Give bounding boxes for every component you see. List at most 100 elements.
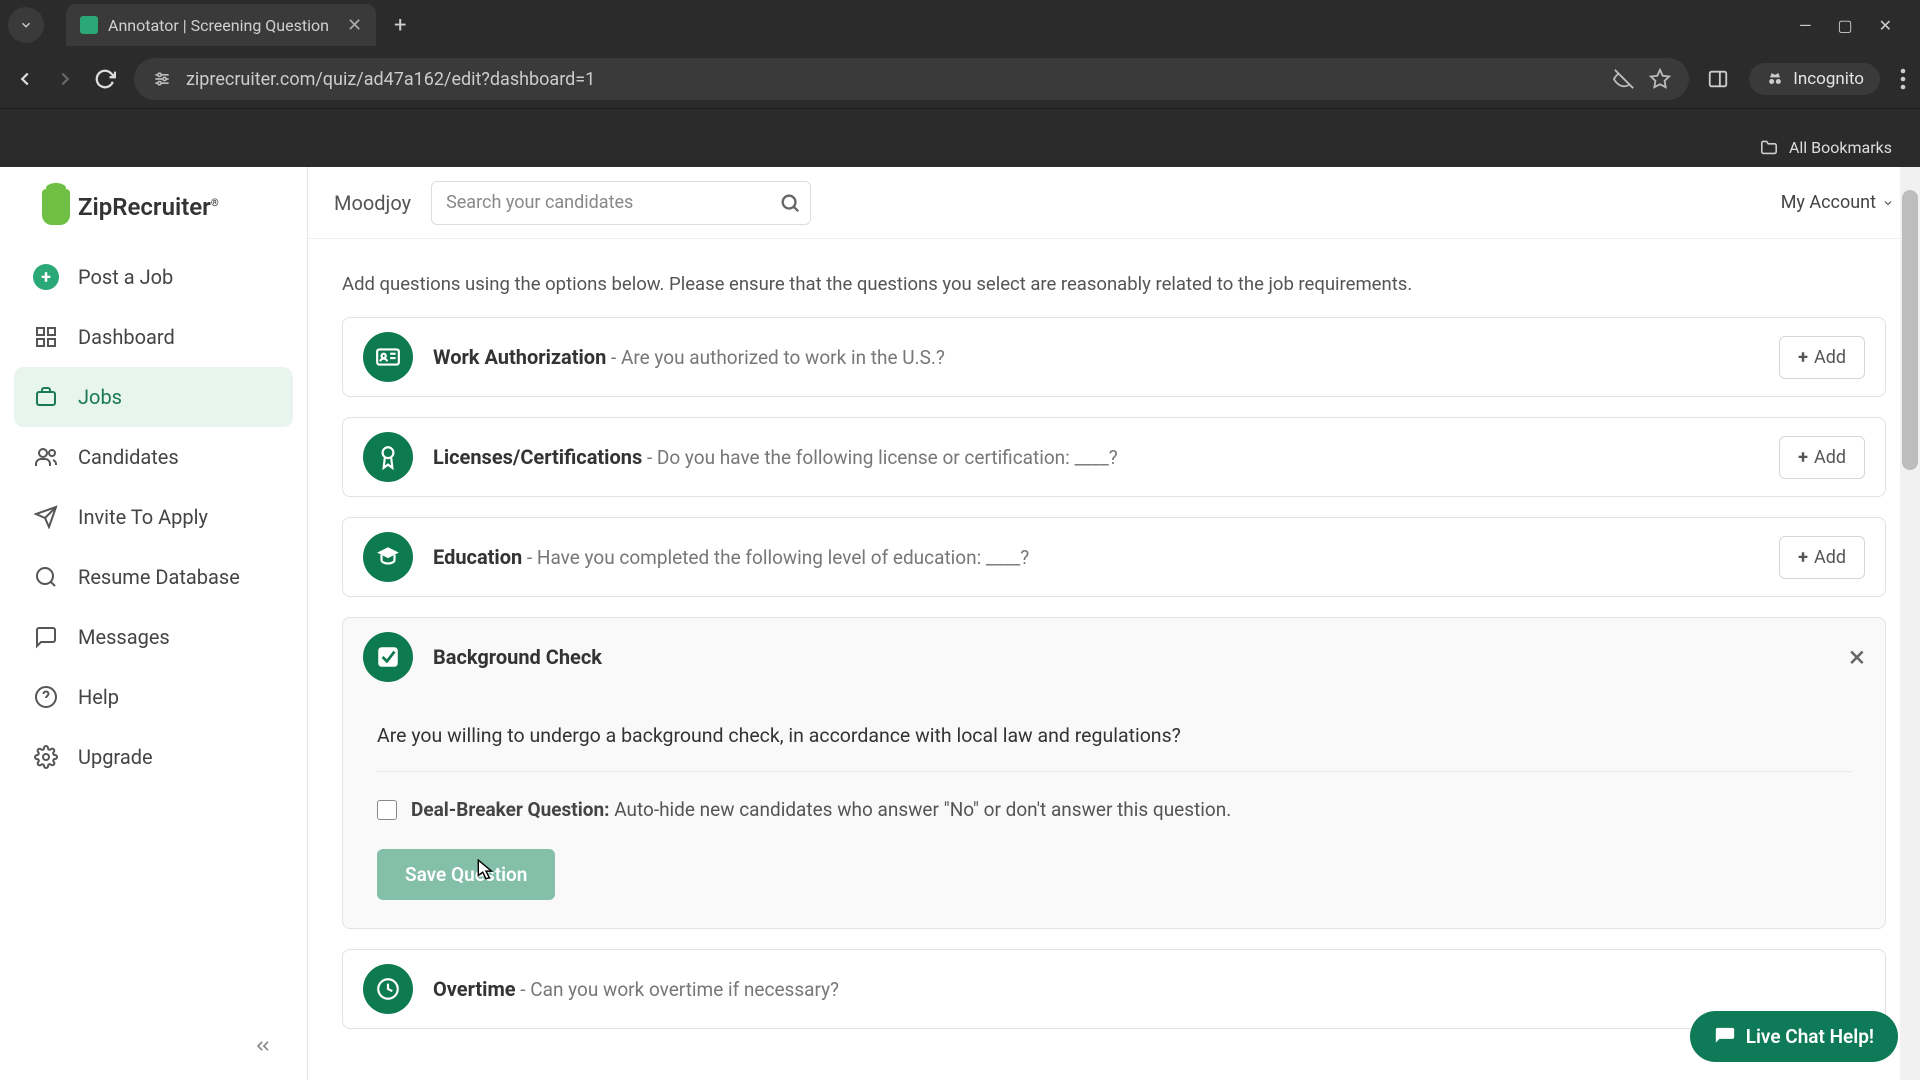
window-controls: — ▢ ✕ <box>1799 16 1912 35</box>
side-panel-icon[interactable] <box>1707 68 1729 90</box>
back-button[interactable] <box>14 68 36 90</box>
all-bookmarks-link[interactable]: All Bookmarks <box>1789 138 1892 157</box>
instructions-text: Add questions using the options below. P… <box>342 273 1886 295</box>
logo-text: ZipRecruiter® <box>78 193 219 221</box>
question-card-education: Education - Have you completed the follo… <box>342 517 1886 597</box>
sidebar-item-resume-db[interactable]: Resume Database <box>14 547 293 607</box>
forward-button[interactable] <box>54 68 76 90</box>
search-wrap <box>431 181 811 225</box>
sidebar-item-label: Upgrade <box>78 745 153 769</box>
collapse-sidebar-button[interactable] <box>233 1026 293 1066</box>
account-name[interactable]: Moodjoy <box>334 191 411 215</box>
sidebar: ZipRecruiter® + Post a Job Dashboard Job… <box>0 167 308 1080</box>
dealbreaker-description: Auto-hide new candidates who answer "No"… <box>609 798 1231 821</box>
my-account-label: My Account <box>1781 192 1876 213</box>
question-title: Background Check <box>433 645 602 669</box>
incognito-indicator[interactable]: Incognito <box>1749 63 1880 95</box>
graduation-cap-icon <box>363 532 413 582</box>
add-question-button[interactable]: +Add <box>1779 436 1865 479</box>
tabs-dropdown-button[interactable] <box>8 7 44 43</box>
dealbreaker-row: Deal-Breaker Question: Auto-hide new can… <box>377 772 1851 849</box>
plus-circle-icon: + <box>33 264 59 290</box>
incognito-icon <box>1765 69 1785 89</box>
sidebar-item-post-job[interactable]: + Post a Job <box>14 247 293 307</box>
menu-button[interactable] <box>1900 68 1906 90</box>
id-card-icon <box>363 332 413 382</box>
sidebar-item-label: Jobs <box>78 385 122 409</box>
maximize-button[interactable]: ▢ <box>1837 16 1852 35</box>
sidebar-item-label: Invite To Apply <box>78 505 208 529</box>
sidebar-item-label: Help <box>78 685 119 709</box>
url-text: ziprecruiter.com/quiz/ad47a162/edit?dash… <box>186 69 1599 90</box>
sidebar-item-dashboard[interactable]: Dashboard <box>14 307 293 367</box>
help-icon <box>32 683 60 711</box>
dealbreaker-checkbox[interactable] <box>377 800 397 820</box>
users-icon <box>32 443 60 471</box>
question-subtitle: - Are you authorized to work in the U.S.… <box>606 346 945 369</box>
reload-button[interactable] <box>94 68 116 90</box>
sidebar-item-candidates[interactable]: Candidates <box>14 427 293 487</box>
site-settings-icon[interactable] <box>152 69 172 89</box>
visibility-off-icon[interactable] <box>1613 68 1635 90</box>
mouse-cursor-icon <box>477 859 495 881</box>
top-bar: Moodjoy My Account <box>308 167 1920 239</box>
content-area: Add questions using the options below. P… <box>308 239 1920 1080</box>
gear-icon <box>32 743 60 771</box>
sidebar-item-label: Messages <box>78 625 170 649</box>
question-title: Work Authorization <box>433 345 606 369</box>
question-subtitle: - Have you completed the following level… <box>522 546 1029 569</box>
browser-tab[interactable]: Annotator | Screening Question ✕ <box>66 4 376 46</box>
add-question-button[interactable]: +Add <box>1779 536 1865 579</box>
sidebar-item-messages[interactable]: Messages <box>14 607 293 667</box>
sidebar-item-label: Post a Job <box>78 265 173 289</box>
bookmark-star-icon[interactable] <box>1649 68 1671 90</box>
sidebar-item-invite[interactable]: Invite To Apply <box>14 487 293 547</box>
sidebar-item-label: Dashboard <box>78 325 175 349</box>
my-account-menu[interactable]: My Account <box>1781 192 1894 213</box>
incognito-label: Incognito <box>1793 69 1864 89</box>
question-card-overtime: Overtime - Can you work overtime if nece… <box>342 949 1886 1029</box>
tab-close-button[interactable]: ✕ <box>347 15 362 36</box>
minimize-button[interactable]: — <box>1799 16 1812 35</box>
sidebar-item-help[interactable]: Help <box>14 667 293 727</box>
dealbreaker-label: Deal-Breaker Question: <box>411 798 609 821</box>
tab-bar: Annotator | Screening Question ✕ + — ▢ ✕ <box>0 0 1920 50</box>
question-text: Are you willing to undergo a background … <box>377 706 1851 772</box>
chat-label: Live Chat Help! <box>1746 1025 1874 1048</box>
question-title: Education <box>433 545 522 569</box>
sidebar-item-label: Candidates <box>78 445 179 469</box>
award-icon <box>363 432 413 482</box>
question-subtitle: - Can you work overtime if necessary? <box>516 978 839 1001</box>
question-card-background-check: Background Check × Are you willing to un… <box>342 617 1886 929</box>
main-panel: Moodjoy My Account Add questions using t… <box>308 167 1920 1080</box>
send-icon <box>32 503 60 531</box>
clock-icon <box>363 964 413 1014</box>
search-icon <box>32 563 60 591</box>
close-button[interactable]: × <box>1849 640 1865 675</box>
question-card-licenses: Licenses/Certifications - Do you have th… <box>342 417 1886 497</box>
sidebar-item-upgrade[interactable]: Upgrade <box>14 727 293 787</box>
bookmark-bar <box>0 108 1920 127</box>
scrollbar-thumb[interactable] <box>1902 190 1918 470</box>
search-button[interactable] <box>779 192 801 214</box>
message-icon <box>32 623 60 651</box>
chat-icon <box>1714 1026 1736 1048</box>
favicon-icon <box>80 16 98 34</box>
live-chat-button[interactable]: Live Chat Help! <box>1690 1011 1898 1062</box>
save-question-button[interactable]: Save Question <box>377 849 555 900</box>
close-window-button[interactable]: ✕ <box>1879 16 1892 35</box>
logo[interactable]: ZipRecruiter® <box>14 189 293 247</box>
logo-icon <box>42 189 70 225</box>
briefcase-icon <box>32 383 60 411</box>
folder-icon <box>1759 139 1779 155</box>
search-input[interactable] <box>431 181 811 225</box>
url-box[interactable]: ziprecruiter.com/quiz/ad47a162/edit?dash… <box>134 58 1689 100</box>
question-title: Licenses/Certifications <box>433 445 642 469</box>
question-card-work-auth: Work Authorization - Are you authorized … <box>342 317 1886 397</box>
sidebar-item-jobs[interactable]: Jobs <box>14 367 293 427</box>
app-root: ZipRecruiter® + Post a Job Dashboard Job… <box>0 167 1920 1080</box>
new-tab-button[interactable]: + <box>394 13 406 38</box>
add-question-button[interactable]: +Add <box>1779 336 1865 379</box>
tab-title: Annotator | Screening Question <box>108 16 329 35</box>
browser-chrome: Annotator | Screening Question ✕ + — ▢ ✕… <box>0 0 1920 127</box>
